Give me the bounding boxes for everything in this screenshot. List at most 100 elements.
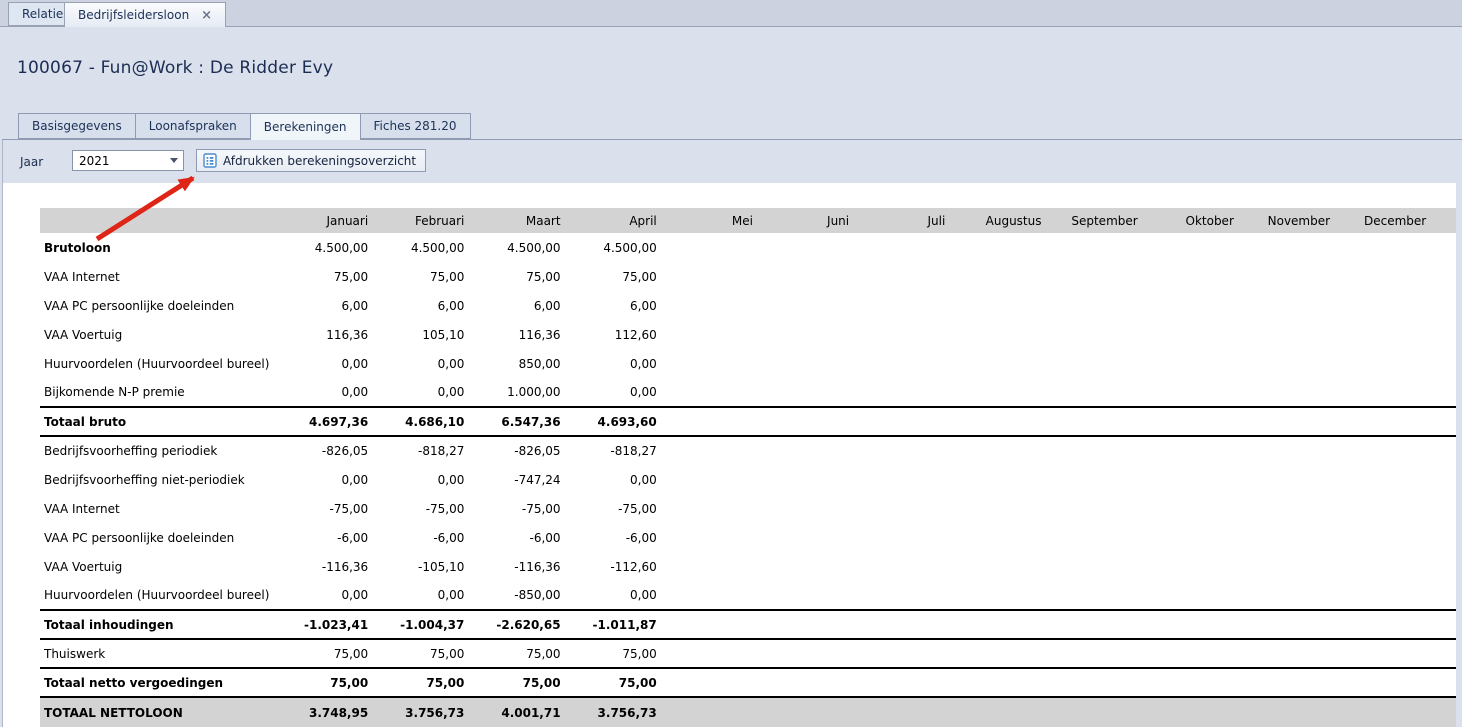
row-label: Totaal netto vergoedingen: [40, 668, 280, 697]
cell: [1146, 697, 1242, 727]
chevron-down-icon[interactable]: [165, 151, 183, 170]
subtab-loonafspraken[interactable]: Loonafspraken: [135, 113, 251, 139]
cell: [1242, 233, 1338, 262]
cell: 112,60: [569, 320, 665, 349]
cell: 0,00: [280, 581, 376, 610]
cell: [1050, 233, 1146, 262]
cell: 0,00: [280, 465, 376, 494]
cell: [665, 581, 761, 610]
cell: [953, 523, 1049, 552]
cell: [857, 349, 953, 378]
app-window: Relaties Bedrijfsleidersloon × 100067 - …: [0, 0, 1462, 727]
cell: [1146, 523, 1242, 552]
cell: 4.500,00: [280, 233, 376, 262]
cell: -747,24: [472, 465, 568, 494]
cell: [1242, 378, 1338, 407]
cell: [857, 291, 953, 320]
close-icon[interactable]: ×: [201, 9, 212, 22]
cell: [953, 610, 1049, 639]
cell: [953, 494, 1049, 523]
cell: [1242, 552, 1338, 581]
cell: 1.000,00: [472, 378, 568, 407]
cell: [1338, 668, 1434, 697]
cell: -75,00: [472, 494, 568, 523]
cell: [1050, 262, 1146, 291]
table-row: Totaal inhoudingen-1.023,41-1.004,37-2.6…: [40, 610, 1456, 639]
cell: 75,00: [472, 262, 568, 291]
cell: -818,27: [376, 436, 472, 465]
cell: 6,00: [280, 291, 376, 320]
table-row: Huurvoordelen (Huurvoordeel bureel)0,000…: [40, 349, 1456, 378]
cell: [1242, 639, 1338, 668]
cell: [1146, 552, 1242, 581]
cell-filler: [1434, 407, 1456, 436]
cell: [857, 494, 953, 523]
row-label: VAA Voertuig: [40, 320, 280, 349]
cell: [1338, 262, 1434, 291]
year-dropdown-value: 2021: [73, 154, 165, 168]
subtab-basisgegevens[interactable]: Basisgegevens: [18, 113, 136, 139]
tab-bedrijfsleidersloon[interactable]: Bedrijfsleidersloon ×: [64, 2, 226, 27]
cell-filler: [1434, 552, 1456, 581]
cell: [1242, 465, 1338, 494]
cell: [953, 349, 1049, 378]
calculations-table: JanuariFebruariMaartAprilMeiJuniJuliAugu…: [40, 208, 1456, 727]
cell: 4.686,10: [376, 407, 472, 436]
cell: 75,00: [280, 668, 376, 697]
cell: [665, 436, 761, 465]
cell: [857, 639, 953, 668]
cell: [761, 465, 857, 494]
cell: [761, 697, 857, 727]
cell: [761, 291, 857, 320]
cell: [665, 668, 761, 697]
cell: [953, 291, 1049, 320]
table-header-row: JanuariFebruariMaartAprilMeiJuniJuliAugu…: [40, 208, 1456, 233]
print-report-button-label: Afdrukken berekeningsoverzicht: [223, 154, 416, 168]
cell-filler: [1434, 378, 1456, 407]
cell: 6,00: [569, 291, 665, 320]
row-label: Totaal inhoudingen: [40, 610, 280, 639]
cell: -1.004,37: [376, 610, 472, 639]
cell: 6,00: [376, 291, 472, 320]
row-label: Thuiswerk: [40, 639, 280, 668]
cell: [953, 639, 1049, 668]
cell-filler: [1434, 523, 1456, 552]
cell: [1146, 581, 1242, 610]
cell-filler: [1434, 291, 1456, 320]
cell: [1050, 668, 1146, 697]
tab-bedrijfsleidersloon-label: Bedrijfsleidersloon: [78, 8, 189, 22]
cell: 3.756,73: [376, 697, 472, 727]
cell: -6,00: [280, 523, 376, 552]
subtab-berekeningen-label: Berekeningen: [264, 120, 347, 134]
cell: [761, 552, 857, 581]
cell: 0,00: [376, 378, 472, 407]
cell: -826,05: [472, 436, 568, 465]
cell: [857, 523, 953, 552]
cell: [1242, 581, 1338, 610]
table-row: Bedrijfsvoorheffing periodiek-826,05-818…: [40, 436, 1456, 465]
cell: [1050, 581, 1146, 610]
cell: [953, 552, 1049, 581]
row-label: Bedrijfsvoorheffing niet-periodiek: [40, 465, 280, 494]
month-header: April: [569, 208, 665, 233]
cell: [1242, 610, 1338, 639]
cell: 4.693,60: [569, 407, 665, 436]
month-header: Oktober: [1146, 208, 1242, 233]
subtab-basisgegevens-label: Basisgegevens: [32, 119, 122, 133]
cell: 0,00: [569, 349, 665, 378]
subtab-berekeningen[interactable]: Berekeningen: [250, 113, 361, 140]
subtab-fiches-281-20[interactable]: Fiches 281.20: [360, 113, 471, 139]
window-tab-bar: Relaties Bedrijfsleidersloon ×: [0, 0, 1462, 27]
row-label: TOTAAL NETTOLOON: [40, 697, 280, 727]
cell: 4.001,71: [472, 697, 568, 727]
cell: [1338, 552, 1434, 581]
cell: [953, 407, 1049, 436]
print-report-button[interactable]: Afdrukken berekeningsoverzicht: [196, 149, 426, 172]
cell: [1242, 494, 1338, 523]
report-icon: [203, 153, 217, 168]
cell: [1146, 291, 1242, 320]
cell: [857, 320, 953, 349]
year-dropdown[interactable]: 2021: [72, 150, 184, 171]
cell-filler: [1434, 233, 1456, 262]
cell: [665, 697, 761, 727]
